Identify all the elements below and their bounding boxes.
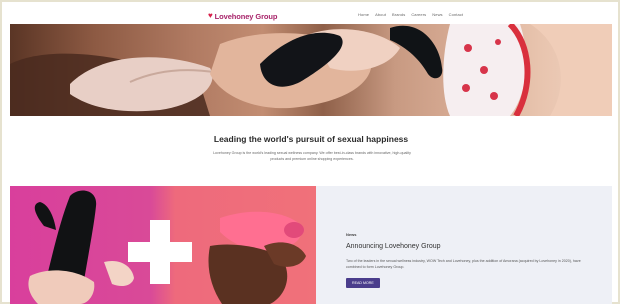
main-menu: Home About Brands Careers News Contact [358,12,463,17]
hero-image [10,24,612,116]
nav-item-brands[interactable]: Brands [392,12,405,17]
news-section: News Announcing Lovehoney Group Two of t… [10,186,612,304]
hero-illustration [10,24,612,116]
product-image [10,186,316,304]
top-navigation: ♥ Lovehoney Group Home About Brands Care… [10,8,612,25]
nav-item-contact[interactable]: Contact [449,12,464,17]
news-title: Announcing Lovehoney Group [346,243,441,250]
brand-logo[interactable]: ♥ Lovehoney Group [208,10,277,22]
brand-name: Lovehoney Group [214,11,278,21]
news-tag: News [346,232,357,237]
intro-text: Lovehoney Group is the world's leading s… [213,151,411,161]
intro-section: Leading the world's pursuit of sexual ha… [10,116,612,186]
product-illustration [28,190,306,304]
read-more-button[interactable]: READ MORE [346,278,380,288]
heart-icon: ♥ [208,11,213,20]
nav-item-news[interactable]: News [432,12,442,17]
nav-item-home[interactable]: Home [358,12,369,17]
news-text: Two of the leaders in the sexual wellnes… [346,259,581,269]
nav-item-careers[interactable]: Careers [411,12,426,17]
nav-item-about[interactable]: About [375,12,386,17]
page-title: Leading the world's pursuit of sexual ha… [213,134,409,144]
news-card: News Announcing Lovehoney Group Two of t… [346,232,596,289]
